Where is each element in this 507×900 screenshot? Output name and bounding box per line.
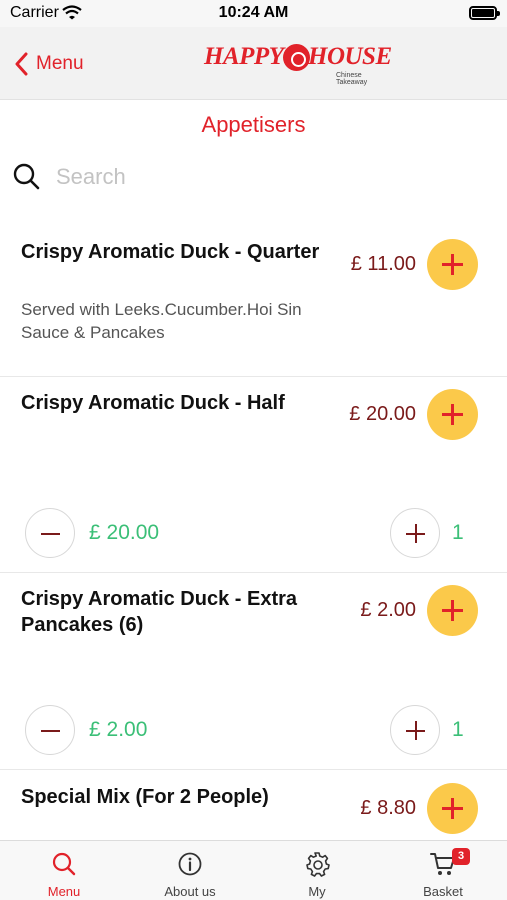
item-name: Crispy Aromatic Duck - Half <box>21 392 285 414</box>
search-icon <box>52 852 76 876</box>
back-button[interactable]: Menu <box>14 47 84 81</box>
tab-bar: Menu About us My 3 Basket <box>0 840 507 900</box>
menu-item: Crispy Aromatic Duck - Quarter Served wi… <box>0 215 507 377</box>
battery-icon <box>469 6 500 20</box>
item-price: £ 2.00 <box>360 599 416 621</box>
basket-count-badge: 3 <box>452 848 470 865</box>
logo-word-happy: HAPPY <box>204 43 284 70</box>
menu-item: Crispy Aromatic Duck - Half £ 20.00 £ 20… <box>0 377 507 573</box>
search-icon <box>13 163 40 190</box>
logo-word-house: HOUSE <box>308 43 392 70</box>
tab-about-us[interactable]: About us <box>127 841 253 900</box>
tab-label: About us <box>164 884 216 899</box>
quantity-value: 1 <box>452 718 464 741</box>
logo-tagline: Chinese Takeaway <box>336 72 368 86</box>
menu-item: Special Mix (For 2 People) £ 8.80 <box>0 770 507 840</box>
increase-quantity-button[interactable] <box>390 508 440 558</box>
add-to-basket-button[interactable] <box>427 389 478 440</box>
add-to-basket-button[interactable] <box>427 239 478 290</box>
tab-my[interactable]: My <box>254 841 380 900</box>
decrease-quantity-button[interactable] <box>25 705 75 755</box>
tab-label: My <box>308 884 326 899</box>
item-description: Served with Leeks.Cucumber.Hoi Sin Sauce… <box>21 300 302 342</box>
item-price: £ 11.00 <box>350 253 416 275</box>
item-price: £ 8.80 <box>360 797 416 819</box>
search-bar <box>0 155 507 199</box>
increase-quantity-button[interactable] <box>390 705 440 755</box>
add-to-basket-button[interactable] <box>427 585 478 636</box>
back-button-label: Menu <box>36 53 84 74</box>
search-input[interactable] <box>56 159 476 195</box>
status-time: 10:24 AM <box>218 4 289 21</box>
add-to-basket-button[interactable] <box>427 783 478 834</box>
menu-item: Crispy Aromatic Duck - Extra Pancakes (6… <box>0 573 507 770</box>
info-icon <box>178 852 202 876</box>
tab-label: Basket <box>423 884 463 899</box>
happy-house-logo: HAPPY HOUSE Chinese Takeaway <box>204 43 394 86</box>
item-name: Special Mix (For 2 People) <box>21 786 269 808</box>
status-bar: Carrier 10:24 AM <box>0 0 507 27</box>
logo-emblem-icon <box>283 44 310 71</box>
item-price: £ 20.00 <box>349 403 416 425</box>
item-name: Crispy Aromatic Duck - Quarter <box>21 241 320 263</box>
item-name: Crispy Aromatic Duck - Extra Pancakes (6… <box>21 588 298 636</box>
quantity-value: 1 <box>452 521 464 544</box>
decrease-quantity-button[interactable] <box>25 508 75 558</box>
navigation-bar: Menu HAPPY HOUSE Chinese Takeaway <box>0 27 507 100</box>
tab-menu[interactable]: Menu <box>1 841 127 900</box>
tab-basket[interactable]: 3 Basket <box>380 841 506 900</box>
line-total: £ 2.00 <box>89 718 148 741</box>
tab-label: Menu <box>47 884 81 899</box>
gear-icon <box>306 852 330 877</box>
line-total: £ 20.00 <box>89 521 160 544</box>
chevron-left-icon <box>15 52 28 76</box>
page-title: Appetisers <box>201 112 306 137</box>
